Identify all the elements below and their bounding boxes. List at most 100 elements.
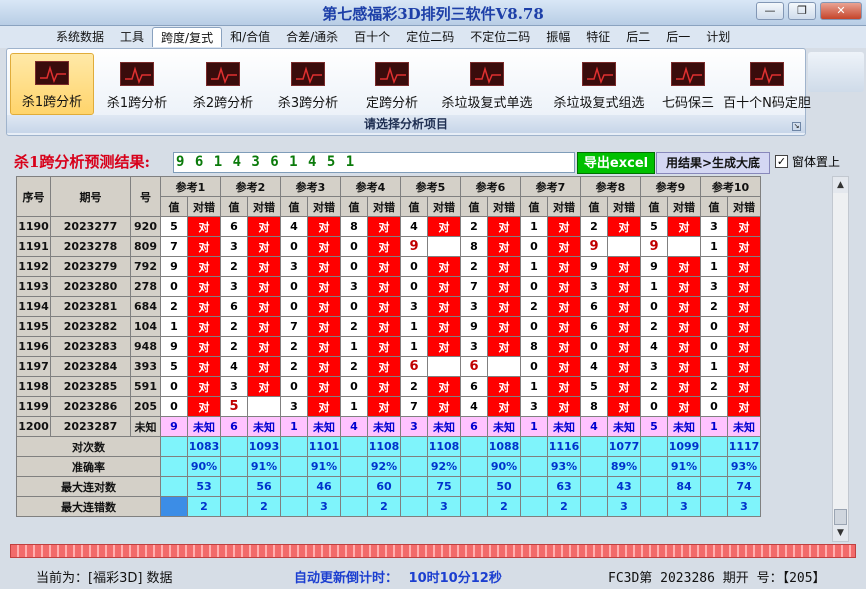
stat-value: 1117: [727, 436, 761, 457]
tab-3[interactable]: 和/合值: [222, 27, 278, 47]
current-data-label: 当前为：[福彩3D] 数据: [36, 571, 173, 586]
cell-check: 对: [307, 396, 341, 417]
trend-chart-icon: [291, 62, 325, 86]
cell-number: 792: [130, 256, 161, 277]
ribbon-button-1[interactable]: 杀1跨分析: [94, 53, 180, 115]
table-row[interactable]: 1196 2023283 948 9 对 2 对 2 对 1 对 1 对 3 对 8 对 0 对 4 对 0 对: [16, 336, 761, 357]
stat-value: 91%: [667, 456, 701, 477]
ribbon-button-3[interactable]: 杀3跨分析: [266, 53, 350, 115]
maximize-button[interactable]: ❐: [788, 2, 816, 20]
table-row[interactable]: 1200 2023287 未知 9 未知 6 未知 1 未知 4 未知 3 未知 6 未知 1 未知 4 未知 5 未知…: [16, 416, 761, 437]
tab-4[interactable]: 合差/通杀: [278, 27, 346, 47]
stat-spacer: [160, 456, 188, 477]
ribbon-button-2[interactable]: 杀2跨分析: [180, 53, 266, 115]
col-number[interactable]: 号: [130, 176, 161, 217]
countdown-value: 10时10分12秒: [408, 571, 502, 586]
table-row[interactable]: 1194 2023281 684 2 对 6 对 0 对 0 对 3 对 3 对 2 对 6 对 0 对 2 对: [16, 296, 761, 317]
cell-value: 0: [340, 376, 368, 397]
cell-check: 对: [727, 336, 761, 357]
vertical-scrollbar[interactable]: ▲ ▼: [832, 176, 849, 542]
col-ref[interactable]: 参考8: [580, 176, 641, 197]
stat-value: 2: [187, 496, 221, 517]
cell-check: 对: [547, 356, 581, 377]
scroll-down-icon[interactable]: ▼: [833, 525, 848, 541]
cell-value: 0: [700, 396, 728, 417]
cell-value: 2: [220, 256, 248, 277]
tab-1[interactable]: 工具: [112, 27, 152, 47]
col-ref[interactable]: 参考2: [220, 176, 281, 197]
cell-check: 对: [367, 296, 401, 317]
table-row[interactable]: 1195 2023282 104 1 对 2 对 7 对 2 对 1 对 9 对 0 对 6 对 2 对 0 对: [16, 316, 761, 337]
close-button[interactable]: ✕: [820, 2, 862, 20]
result-field[interactable]: 9 6 1 4 3 6 1 4 5 1: [173, 152, 575, 173]
tab-7[interactable]: 不定位二码: [462, 27, 538, 47]
ribbon-button-0[interactable]: 杀1跨分析: [10, 53, 94, 115]
cell-check: 对: [427, 256, 461, 277]
cell-value: 2: [640, 316, 668, 337]
stat-value: 50: [487, 476, 521, 497]
generate-button[interactable]: 用结果>生成大底: [656, 152, 770, 174]
ribbon-button-5[interactable]: 杀垃圾复式单选: [434, 53, 540, 115]
stat-spacer: [160, 496, 188, 517]
cell-number: 未知: [130, 416, 161, 437]
col-ref[interactable]: 参考6: [460, 176, 521, 197]
table-row[interactable]: 1199 2023286 205 0 对 5 3 对 1 对 7 对 4 对 3 对 8 对 0 对 0 对: [16, 396, 761, 417]
cell-value: 2: [700, 376, 728, 397]
table-row[interactable]: 1197 2023284 393 5 对 4 对 2 对 2 对 6 6 0 对 4 对 3 对 1 对: [16, 356, 761, 377]
expand-icon[interactable]: ↘: [792, 122, 801, 131]
ribbon-button-6[interactable]: 杀垃圾复式组选: [540, 53, 658, 115]
cell-period: 2023278: [50, 236, 131, 257]
scroll-up-icon[interactable]: ▲: [833, 177, 848, 193]
tab-5[interactable]: 百十个: [346, 27, 398, 47]
ribbon-button-4[interactable]: 定跨分析: [350, 53, 434, 115]
cell-check: 对: [667, 316, 701, 337]
col-ref[interactable]: 参考1: [160, 176, 221, 197]
cell-seq: 1195: [16, 316, 51, 337]
tab-12[interactable]: 计划: [698, 27, 738, 47]
cell-check: 对: [427, 316, 461, 337]
col-seq[interactable]: 序号: [16, 176, 51, 217]
tab-0[interactable]: 系统数据: [48, 27, 112, 47]
col-ref[interactable]: 参考9: [640, 176, 701, 197]
cell-value: 1: [520, 256, 548, 277]
col-ref[interactable]: 参考7: [520, 176, 581, 197]
checkbox-icon[interactable]: ✓: [775, 155, 788, 168]
cell-value: 3: [520, 396, 548, 417]
cell-value: 1: [700, 236, 728, 257]
cell-check: 对: [727, 356, 761, 377]
cell-check: 对: [427, 396, 461, 417]
scroll-thumb[interactable]: [834, 509, 847, 525]
tab-10[interactable]: 后二: [618, 27, 658, 47]
cell-value: 2: [280, 336, 308, 357]
table-row[interactable]: 1192 2023279 792 9 对 2 对 3 对 0 对 0 对 2 对 1 对 9 对 9 对 1 对: [16, 256, 761, 277]
stat-value: 2: [487, 496, 521, 517]
col-ref[interactable]: 参考10: [700, 176, 761, 197]
cell-check: 对: [607, 256, 641, 277]
col-check: 对错: [607, 196, 641, 217]
col-ref[interactable]: 参考5: [400, 176, 461, 197]
tab-11[interactable]: 后一: [658, 27, 698, 47]
cell-value: 9: [580, 236, 608, 257]
col-ref[interactable]: 参考4: [340, 176, 401, 197]
table-row[interactable]: 1198 2023285 591 0 对 3 对 0 对 0 对 2 对 6 对 1 对 5 对 2 对 2 对: [16, 376, 761, 397]
ribbon-button-8[interactable]: 百十个N码定胆: [718, 53, 816, 115]
table-row[interactable]: 1190 2023277 920 5 对 6 对 4 对 8 对 4 对 2 对 1 对 2 对 5 对 3 对: [16, 216, 761, 237]
table-row[interactable]: 1191 2023278 809 7 对 3 对 0 对 0 对 9 8 对 0 对 9 9 1 对: [16, 236, 761, 257]
trend-chart-icon: [671, 62, 705, 86]
table-row[interactable]: 1193 2023280 278 0 对 3 对 0 对 3 对 0 对 7 对 0 对 3 对 1 对 3 对: [16, 276, 761, 297]
ribbon-button-7[interactable]: 七码保三: [658, 53, 718, 115]
minimize-button[interactable]: —: [756, 2, 784, 20]
col-ref[interactable]: 参考3: [280, 176, 341, 197]
stat-spacer: [220, 456, 248, 477]
tab-8[interactable]: 振幅: [538, 27, 578, 47]
tab-9[interactable]: 特征: [578, 27, 618, 47]
topmost-toggle[interactable]: ✓ 窗体置上: [775, 153, 840, 170]
cell-check: 对: [727, 396, 761, 417]
cell-value: 5: [160, 356, 188, 377]
tab-2[interactable]: 跨度/复式: [152, 27, 223, 47]
cell-period: 2023281: [50, 296, 131, 317]
cell-value: 5: [640, 416, 668, 437]
export-excel-button[interactable]: 导出excel: [577, 152, 655, 174]
tab-6[interactable]: 定位二码: [398, 27, 462, 47]
col-period[interactable]: 期号: [50, 176, 131, 217]
